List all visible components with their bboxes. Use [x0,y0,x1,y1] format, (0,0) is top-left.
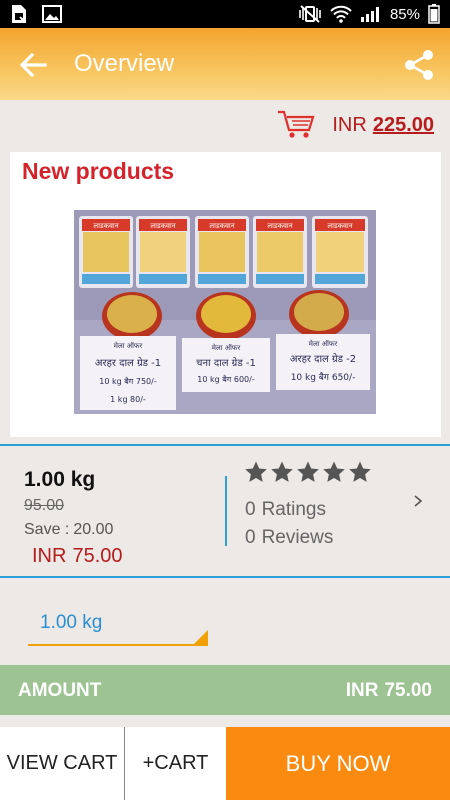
packet-label-2: लाडकवान [150,222,175,230]
rating-stars [244,460,372,484]
shopping-cart-icon[interactable] [276,108,316,140]
offer-price: INR 75.00 [32,545,123,568]
sign3-head: मेला ऑफर [309,339,338,348]
signal-icon [360,3,382,25]
share-icon[interactable] [402,48,436,82]
amount-value: INR 75.00 [346,680,432,702]
view-cart-button[interactable]: VIEW CART [0,727,125,800]
offer-currency: INR [32,545,67,567]
sign1-line1: अरहर दाल ग्रेड -1 [95,357,161,369]
packet-label-5: लाडकवान [327,222,352,230]
image-icon [42,3,62,25]
product-image: लाडकवान लाडकवान लाडकवान लाडकवान लाडकवान … [74,210,376,414]
sim-card-icon [10,3,28,25]
battery-icon [428,3,440,25]
product-details: 1.00 kg 95.00 Save :20.00 INR 75.00 0 Rati… [0,446,450,576]
amount-label: AMOUNT [18,680,102,701]
star-icon [349,461,371,482]
details-separator [225,476,227,546]
dropdown-triangle-icon [194,630,208,644]
amount-currency: INR [345,680,379,701]
sign3-line1: अरहर दाल ग्रेड -2 [290,353,356,365]
selected-weight: 1.00 kg [24,468,96,491]
star-icon [323,461,345,482]
packet-label-3: लाडकवान [209,222,234,230]
divider-bottom [0,576,450,578]
sign3-line2: 10 kg बैग 650/- [291,371,356,383]
ratings-label: Ratings [261,499,326,520]
cart-total-amount: 225.00 [372,114,434,136]
wifi-icon [330,3,352,25]
star-icon [297,461,319,482]
star-icon [245,461,267,482]
ratings-count: 0 Ratings [245,499,326,521]
sign1-head: मेला ऑफर [114,341,143,350]
cart-total-currency: INR [332,114,367,136]
status-bar: 85% [0,0,450,28]
save-label: Save : [24,521,70,538]
cart-total-bar: INR 225.00 [0,100,450,150]
buy-now-button[interactable]: BUY NOW [226,727,450,800]
packet-label-4: लाडकवान [267,222,292,230]
sign2-head: मेला ऑफर [212,343,241,352]
page-title: Overview [74,50,175,77]
mrp-price: 95.00 [24,497,65,514]
sign1-line2: 10 kg बैग 750/- [99,376,157,386]
save-value: 20.00 [73,521,114,538]
vibrate-mute-icon [298,3,322,25]
reviews-label: Reviews [261,527,334,548]
amount-bar: AMOUNT INR 75.00 [0,665,450,715]
packet-label-1: लाडकवान [93,222,118,230]
sign2-line1: चना दाल ग्रेड -1 [196,357,256,369]
quantity-underline [28,644,208,646]
ratings-number: 0 [245,499,256,520]
battery-percent: 85% [389,5,420,23]
product-card: New products लाडकवान लाडकवान लाडकवान लाड… [10,152,441,437]
save-amount: Save :20.00 [24,521,113,539]
quantity-select-value: 1.00 kg [40,612,103,633]
app-bar: Overview [0,28,450,100]
star-icon [271,461,293,482]
cart-total[interactable]: INR 225.00 [332,114,434,137]
product-heading: New products [22,158,175,184]
bottom-action-bar: VIEW CART +CART BUY NOW [0,727,450,800]
chevron-right-icon[interactable] [411,490,425,512]
reviews-count: 0 Reviews [245,527,333,549]
amount-number: 75.00 [384,680,432,701]
offer-value: 75.00 [72,545,123,567]
add-to-cart-button[interactable]: +CART [125,727,226,800]
arrow-left-icon[interactable] [18,50,48,80]
quantity-select[interactable]: 1.00 kg [28,604,208,646]
sign1-line3: 1 kg 80/- [110,395,146,404]
reviews-number: 0 [245,527,256,548]
sign2-line2: 10 kg बैग 600/- [197,374,255,384]
